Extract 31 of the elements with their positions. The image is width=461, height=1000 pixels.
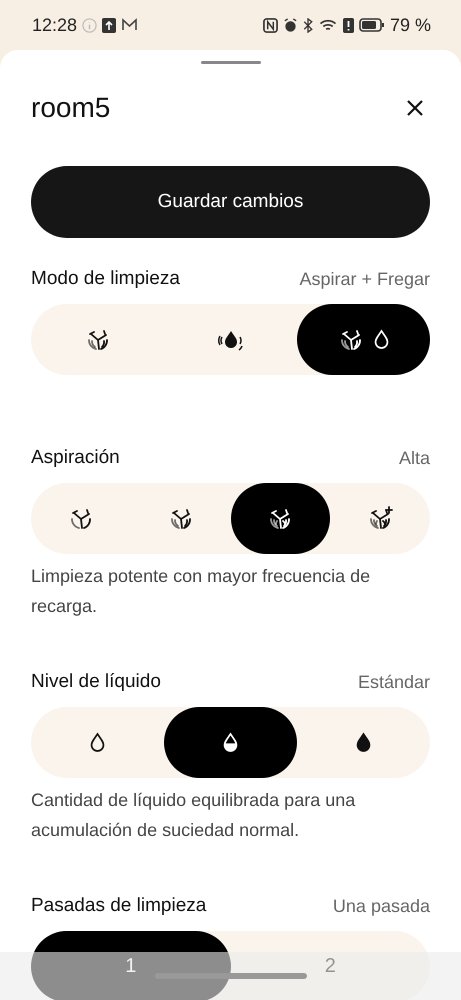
drag-handle[interactable] [200, 61, 260, 64]
drop-icon [373, 329, 390, 350]
mail-icon [121, 18, 138, 32]
bluetooth-icon [302, 18, 313, 32]
section-title: Nivel de líquido [31, 671, 161, 693]
battery-icon [358, 18, 385, 32]
section-value: Estándar [358, 672, 430, 692]
section-title: Aspiración [31, 447, 120, 469]
wifi-icon [318, 18, 338, 32]
info-icon [82, 18, 98, 32]
drop-icon [355, 732, 372, 753]
nfc-icon [262, 18, 278, 32]
section-value: Una pasada [332, 896, 430, 916]
section-title: Pasadas de limpieza [31, 895, 206, 917]
sheet-title: room5 [31, 92, 110, 124]
section-value: Aspirar + Fregar [299, 268, 430, 290]
home-indicator[interactable] [154, 973, 306, 979]
upload-icon [102, 18, 116, 32]
clock: 12:28 [32, 14, 78, 36]
battery-percent: 79 % [390, 14, 431, 36]
section-description: Cantidad de líquido equilibrada para una acumulación de suciedad normal. [31, 789, 356, 842]
section-value: Alta [398, 448, 430, 468]
section-description: Limpieza potente con mayor frecuencia de recarga. [31, 565, 372, 618]
segment-option[interactable]: 1 [31, 931, 230, 1000]
segment-option[interactable]: 2 [230, 931, 430, 1000]
drop-icon [89, 732, 106, 753]
alarm-icon [282, 18, 298, 32]
alert-icon [342, 18, 354, 32]
section-title: Modo de limpieza [31, 268, 180, 290]
drop-icon [222, 732, 239, 753]
save-button[interactable]: Guardar cambios [31, 166, 430, 238]
